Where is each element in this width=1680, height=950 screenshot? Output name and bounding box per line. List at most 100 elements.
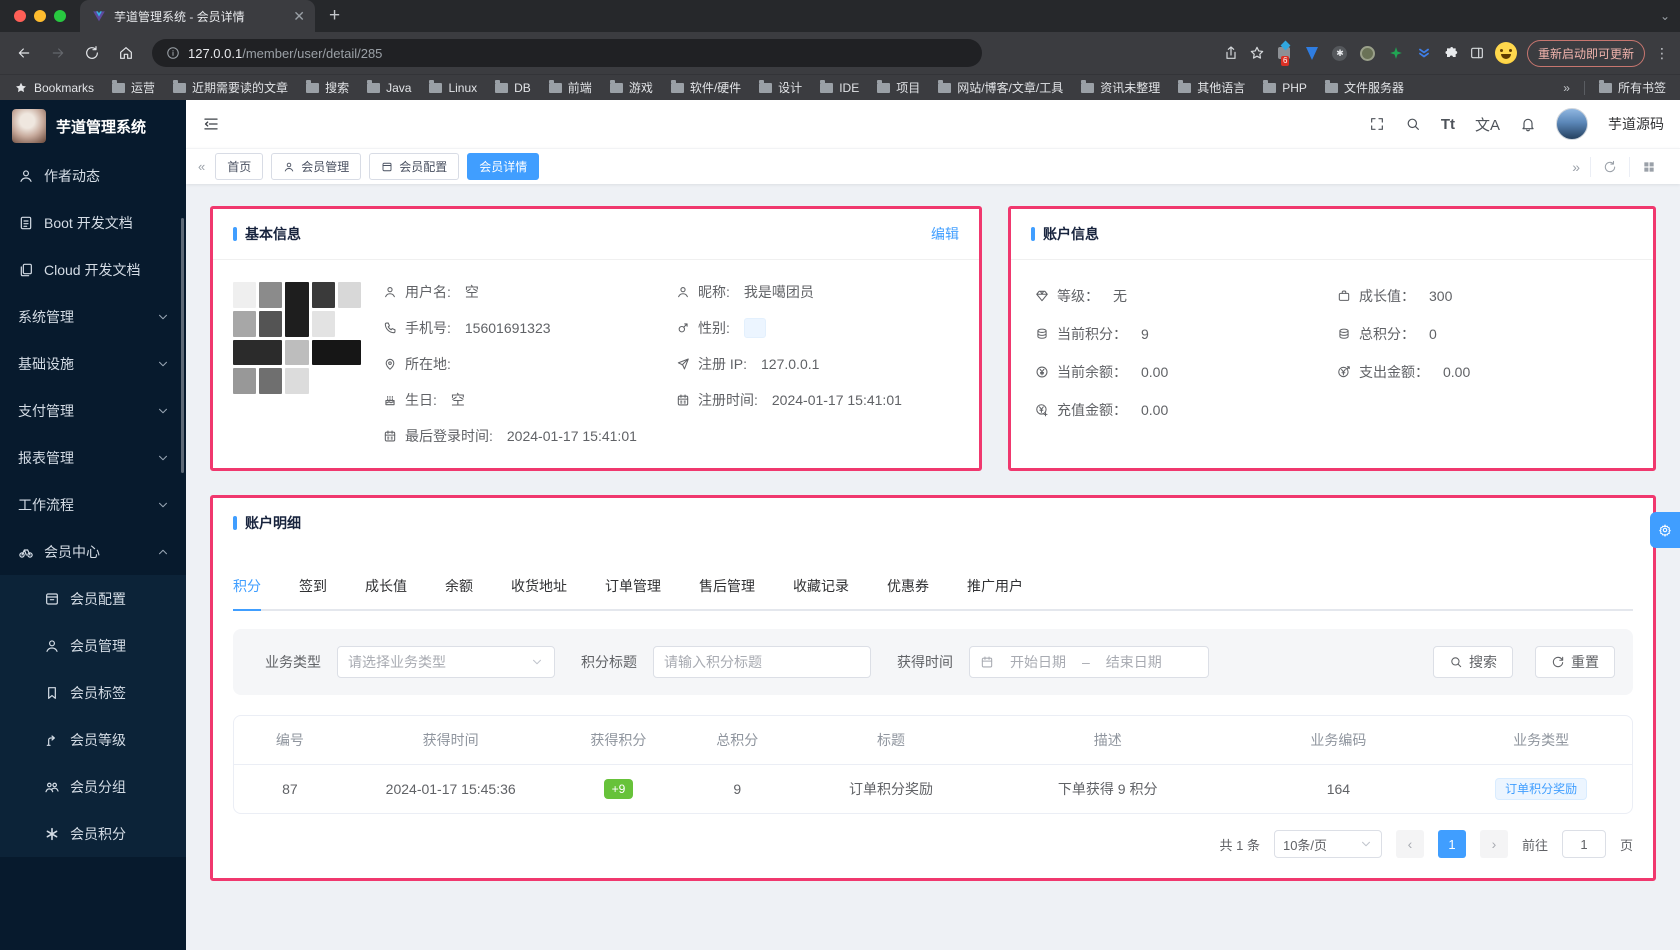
bookmark-folder-linux[interactable]: Linux	[429, 79, 477, 95]
points-title-input[interactable]	[664, 654, 860, 670]
bookmark-folder-websites[interactable]: 网站/博客/文章/工具	[938, 79, 1063, 96]
extension-blue-chevrons-icon[interactable]	[1415, 44, 1433, 62]
theme-settings-button[interactable]	[1650, 512, 1680, 548]
bookmark-folder-software[interactable]: 软件/硬件	[670, 79, 741, 96]
reset-button[interactable]: 重置	[1535, 646, 1615, 678]
forward-button[interactable]	[44, 39, 72, 67]
address-bar[interactable]: 127.0.0.1/member/user/detail/285	[152, 39, 982, 67]
tab-signin[interactable]: 签到	[299, 566, 327, 609]
bookmark-folder-news[interactable]: 资讯未整理	[1081, 79, 1160, 96]
current-page-button[interactable]: 1	[1437, 830, 1466, 858]
sidebar-item-member-level[interactable]: 会员等级	[0, 716, 186, 763]
sidebar-scrollbar[interactable]	[181, 218, 184, 473]
tab-close-icon[interactable]: ✕	[293, 8, 305, 25]
bookmark-folder-php[interactable]: PHP	[1263, 79, 1307, 95]
tags-scroll-left-icon[interactable]: «	[198, 159, 205, 174]
extensions-puzzle-icon[interactable]	[1443, 45, 1459, 61]
bookmark-folder-java[interactable]: Java	[367, 79, 411, 95]
sidebar-item-member-group[interactable]: 会员分组	[0, 763, 186, 810]
translate-icon[interactable]: 文A	[1475, 114, 1500, 135]
minimize-window-button[interactable]	[34, 10, 46, 22]
bookmark-folder-other-lang[interactable]: 其他语言	[1178, 79, 1245, 96]
bookmark-folder-db[interactable]: DB	[495, 79, 531, 95]
bookmark-folder-search[interactable]: 搜索	[306, 79, 349, 96]
tab-home[interactable]: 首页	[215, 153, 264, 180]
home-button[interactable]	[112, 39, 140, 67]
biz-type-select[interactable]: 请选择业务类型	[337, 646, 555, 678]
font-size-icon[interactable]: Tt	[1441, 116, 1455, 133]
gain-time-range-picker[interactable]: –	[969, 646, 1209, 678]
tab-member-config[interactable]: 会员配置	[369, 153, 460, 180]
extension-olive-circle-icon[interactable]	[1359, 44, 1377, 62]
bookmark-folder-ide[interactable]: IDE	[820, 79, 859, 95]
tab-favorites[interactable]: 收藏记录	[793, 566, 849, 609]
extension-dark-circle-icon[interactable]: ✱	[1331, 44, 1349, 62]
sidebar-item-cloud-docs[interactable]: Cloud 开发文档	[0, 246, 186, 293]
sidebar-group-report[interactable]: 报表管理	[0, 434, 186, 481]
bookmark-folder-file-server[interactable]: 文件服务器	[1324, 79, 1404, 96]
extension-green-star-icon[interactable]	[1387, 44, 1405, 62]
tab-points[interactable]: 积分	[233, 566, 261, 611]
page-size-select[interactable]: 10条/页	[1273, 830, 1382, 858]
notification-bell-icon[interactable]	[1520, 116, 1536, 132]
fullscreen-icon[interactable]	[1369, 116, 1385, 132]
sidebar-item-member-manage[interactable]: 会员管理	[0, 622, 186, 669]
tab-coupons[interactable]: 优惠券	[887, 566, 929, 609]
tab-member-detail[interactable]: 会员详情	[467, 153, 540, 180]
sidebar-item-member-config[interactable]: 会员配置	[0, 575, 186, 622]
tab-aftersale[interactable]: 售后管理	[699, 566, 755, 609]
bookmark-folder-frontend[interactable]: 前端	[548, 79, 592, 96]
sidebar-item-member-points[interactable]: 会员积分	[0, 810, 186, 857]
sidebar-group-payment[interactable]: 支付管理	[0, 387, 186, 434]
user-avatar[interactable]	[1556, 108, 1588, 140]
bookmark-folder-design[interactable]: 设计	[759, 79, 802, 96]
tab-member-manage[interactable]: 会员管理	[271, 153, 362, 180]
bookmark-folder-projects[interactable]: 项目	[877, 79, 920, 96]
side-panel-icon[interactable]	[1469, 45, 1485, 61]
table-row[interactable]: 87 2024-01-17 15:45:36 +9 9 订单积分奖励 下单获得 …	[234, 764, 1632, 813]
reload-button[interactable]	[78, 39, 106, 67]
username-label[interactable]: 芋道源码	[1608, 114, 1664, 134]
sidebar-item-member-tag[interactable]: 会员标签	[0, 669, 186, 716]
refresh-page-icon[interactable]	[1590, 156, 1629, 177]
bookmark-folder-yunying[interactable]: 运营	[112, 79, 155, 96]
goto-page-input[interactable]	[1561, 830, 1606, 858]
search-button[interactable]: 搜索	[1433, 646, 1513, 678]
profile-avatar[interactable]	[1494, 42, 1517, 64]
sidebar-group-workflow[interactable]: 工作流程	[0, 481, 186, 528]
tab-balance[interactable]: 余额	[445, 566, 473, 609]
site-info-icon[interactable]	[166, 46, 180, 60]
sidebar-item-author-news[interactable]: 作者动态	[0, 152, 186, 199]
tab-promotion-users[interactable]: 推广用户	[967, 566, 1023, 609]
bookmarks-root[interactable]: Bookmarks	[14, 81, 94, 95]
sidebar-group-infrastructure[interactable]: 基础设施	[0, 340, 186, 387]
tab-growth[interactable]: 成长值	[365, 566, 407, 609]
prev-page-button[interactable]: ‹	[1395, 830, 1424, 858]
relaunch-update-button[interactable]: 重新启动即可更新	[1526, 39, 1645, 67]
sidebar-group-system[interactable]: 系统管理	[0, 293, 186, 340]
tab-address[interactable]: 收货地址	[511, 566, 567, 609]
next-page-button[interactable]: ›	[1479, 830, 1508, 858]
all-bookmarks[interactable]: 所有书签	[1598, 79, 1666, 96]
bookmark-folder-articles[interactable]: 近期需要读的文章	[173, 79, 288, 96]
bookmark-star-icon[interactable]	[1249, 45, 1265, 61]
close-window-button[interactable]	[14, 10, 26, 22]
collapse-sidebar-icon[interactable]	[202, 115, 220, 133]
new-tab-button[interactable]: +	[329, 5, 340, 27]
zoom-window-button[interactable]	[54, 10, 66, 22]
tags-scroll-right-icon[interactable]: »	[1560, 157, 1590, 177]
edit-link[interactable]: 编辑	[931, 224, 959, 244]
extension-drop-icon[interactable]	[1303, 44, 1321, 62]
back-button[interactable]	[10, 39, 38, 67]
share-icon[interactable]	[1223, 45, 1239, 61]
end-date-input[interactable]	[1095, 654, 1172, 670]
browser-tab[interactable]: 芋道管理系统 - 会员详情 ✕	[80, 0, 315, 32]
bookmark-folder-games[interactable]: 游戏	[609, 79, 653, 96]
tab-search-chevron-icon[interactable]: ⌄	[1660, 9, 1670, 23]
sidebar-group-member-center[interactable]: 会员中心	[0, 528, 186, 575]
extension-icon-stack[interactable]: 6	[1275, 40, 1293, 66]
app-logo-row[interactable]: 芋道管理系统	[0, 100, 186, 152]
bookmarks-overflow-chevron[interactable]: »	[1563, 81, 1570, 95]
search-icon[interactable]	[1405, 116, 1421, 132]
sidebar-item-boot-docs[interactable]: Boot 开发文档	[0, 199, 186, 246]
